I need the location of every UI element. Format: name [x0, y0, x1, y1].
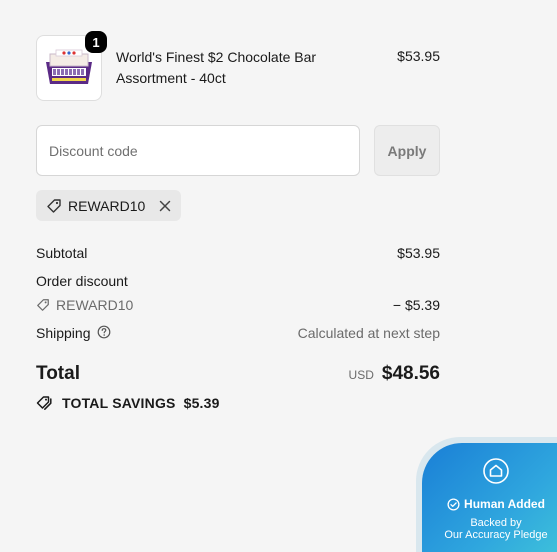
product-title: World's Finest $2 Chocolate Bar Assortme…	[116, 49, 317, 86]
shipping-label: Shipping	[36, 325, 91, 341]
subtotal-value: $53.95	[397, 245, 440, 261]
order-discount-detail-row: REWARD10 − $5.39	[36, 296, 440, 314]
order-discount-code-text: REWARD10	[56, 297, 134, 313]
tag-icon	[37, 299, 49, 311]
close-icon	[160, 200, 171, 211]
order-discount-label: Order discount	[36, 273, 128, 289]
shipping-value: Calculated at next step	[297, 325, 440, 341]
trust-title-row: Human Added	[436, 497, 556, 511]
remove-discount-button[interactable]	[159, 200, 171, 212]
order-discount-code: REWARD10	[36, 297, 133, 313]
help-icon	[97, 325, 110, 338]
order-discount-row: Order discount	[36, 272, 440, 290]
apply-discount-button[interactable]: Apply	[374, 125, 440, 176]
tag-icon	[47, 198, 61, 213]
total-savings: TOTAL SAVINGS $5.39	[36, 395, 220, 411]
applied-discount-chip: REWARD10	[36, 190, 182, 221]
trust-line-2: Our Accuracy Pledge	[444, 529, 548, 541]
applied-discount-code: REWARD10	[68, 197, 146, 214]
check-circle-icon	[447, 497, 460, 511]
discount-code-input[interactable]	[36, 125, 360, 176]
accuracy-pledge-badge[interactable]: Human Added Backed by Our Accuracy Pledg…	[416, 437, 557, 552]
subtotal-row: Subtotal $53.95	[36, 244, 440, 262]
total-value: $48.56	[381, 363, 440, 384]
home-icon	[483, 458, 509, 484]
accuracy-pledge-panel: Human Added Backed by Our Accuracy Pledg…	[422, 443, 557, 552]
total-value-group: USD $48.56	[349, 363, 440, 385]
product-price: $53.95	[397, 48, 440, 64]
total-savings-label: TOTAL SAVINGS	[62, 395, 176, 411]
chocolate-box-icon	[46, 49, 92, 84]
tags-icon	[36, 396, 52, 410]
trust-subtitle: Backed by Our Accuracy Pledge	[426, 517, 557, 541]
subtotal-label: Subtotal	[36, 245, 88, 261]
trust-title: Human Added	[464, 497, 545, 511]
shipping-label-group: Shipping	[36, 325, 111, 342]
line-item: 1 World's Finest $2 Chocolate Bar Assort…	[36, 31, 440, 101]
total-savings-value: $5.39	[183, 395, 220, 411]
trust-line-1: Backed by	[470, 517, 522, 529]
quantity-badge: 1	[85, 31, 107, 53]
total-row: Total USD $48.56	[36, 363, 440, 385]
checkout-summary: 1 World's Finest $2 Chocolate Bar Assort…	[0, 0, 557, 552]
currency-code: USD	[348, 368, 374, 382]
total-label: Total	[36, 363, 80, 384]
shipping-help-icon[interactable]	[97, 325, 111, 342]
shipping-row: Shipping Calculated at next step	[36, 324, 440, 342]
order-discount-value: − $5.39	[392, 297, 440, 313]
